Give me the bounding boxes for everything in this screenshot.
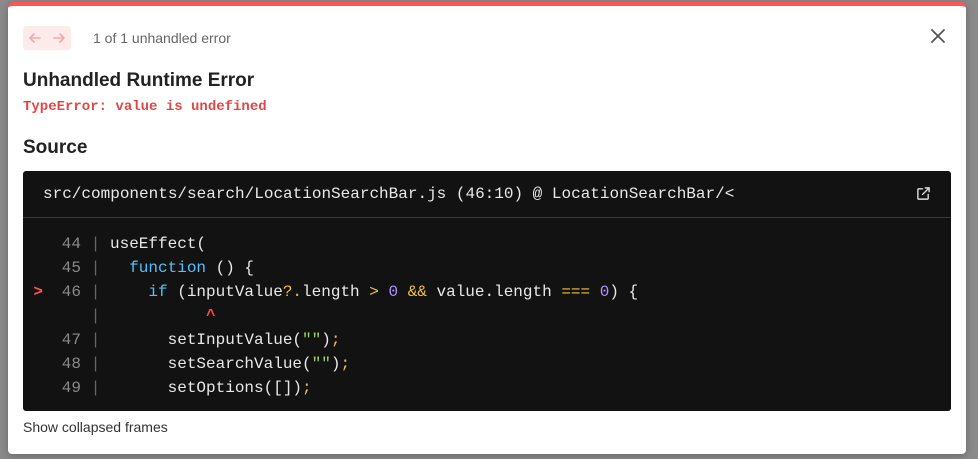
gutter-separator: | (90, 259, 101, 277)
code-line: 48 | setSearchValue(""); (23, 352, 951, 376)
gutter-separator: | (90, 307, 101, 325)
error-line-marker (23, 232, 43, 256)
line-number: 46 (61, 283, 81, 301)
gutter-separator: | (90, 331, 101, 349)
error-line-marker (23, 328, 43, 352)
arrow-right-icon (53, 33, 65, 43)
gutter-separator: | (90, 379, 101, 397)
error-dialog: 1 of 1 unhandled error Unhandled Runtime… (8, 2, 966, 454)
next-error-button[interactable] (47, 26, 71, 50)
error-line-marker (23, 304, 43, 328)
line-number: 44 (61, 235, 81, 253)
code-text: if (inputValue?.length > 0 && value.leng… (148, 283, 639, 301)
close-icon (931, 29, 945, 43)
nav-button-group (23, 26, 71, 50)
line-number (43, 304, 81, 328)
gutter-separator: | (90, 355, 101, 373)
error-message: TypeError: value is undefined (23, 99, 267, 115)
error-title: Unhandled Runtime Error (23, 70, 255, 91)
arrow-left-icon (29, 33, 41, 43)
code-text: setInputValue(""); (110, 331, 341, 349)
error-line-marker (23, 256, 43, 280)
error-line-marker: > (33, 283, 43, 301)
error-navigation: 1 of 1 unhandled error (23, 26, 231, 50)
code-text: setSearchValue(""); (110, 355, 351, 373)
source-file-link[interactable]: src/components/search/LocationSearchBar.… (23, 171, 951, 218)
code-text: setOptions([]); (110, 379, 312, 397)
code-text: function () { (129, 259, 255, 277)
error-line-marker (23, 352, 43, 376)
code-line: 47 | setInputValue(""); (23, 328, 951, 352)
code-line: >46 | if (inputValue?.length > 0 && value… (23, 280, 951, 304)
close-button[interactable] (928, 26, 948, 46)
error-count: 1 of 1 unhandled error (93, 30, 231, 46)
code-text: ^ (206, 307, 216, 325)
line-number: 48 (61, 355, 81, 373)
error-line-marker (23, 376, 43, 400)
show-collapsed-frames-button[interactable]: Show collapsed frames (23, 419, 168, 435)
source-heading: Source (23, 137, 88, 158)
external-link-icon[interactable] (916, 186, 931, 201)
gutter-separator: | (90, 235, 101, 253)
code-line: | ^ (23, 304, 951, 328)
code-line: 44 | useEffect( (23, 232, 951, 256)
code-line: 49 | setOptions([]); (23, 376, 951, 400)
line-number: 49 (61, 379, 81, 397)
code-frame: src/components/search/LocationSearchBar.… (23, 171, 951, 411)
code-text: useEffect( (110, 235, 207, 253)
source-file-path: src/components/search/LocationSearchBar.… (43, 185, 735, 203)
code-lines: 44 | useEffect( 45 | function () { >46 | if (i… (23, 218, 951, 400)
line-number: 47 (61, 331, 81, 349)
line-number: 45 (61, 259, 81, 277)
code-line: 45 | function () { (23, 256, 951, 280)
previous-error-button[interactable] (23, 26, 47, 50)
gutter-separator: | (90, 283, 101, 301)
